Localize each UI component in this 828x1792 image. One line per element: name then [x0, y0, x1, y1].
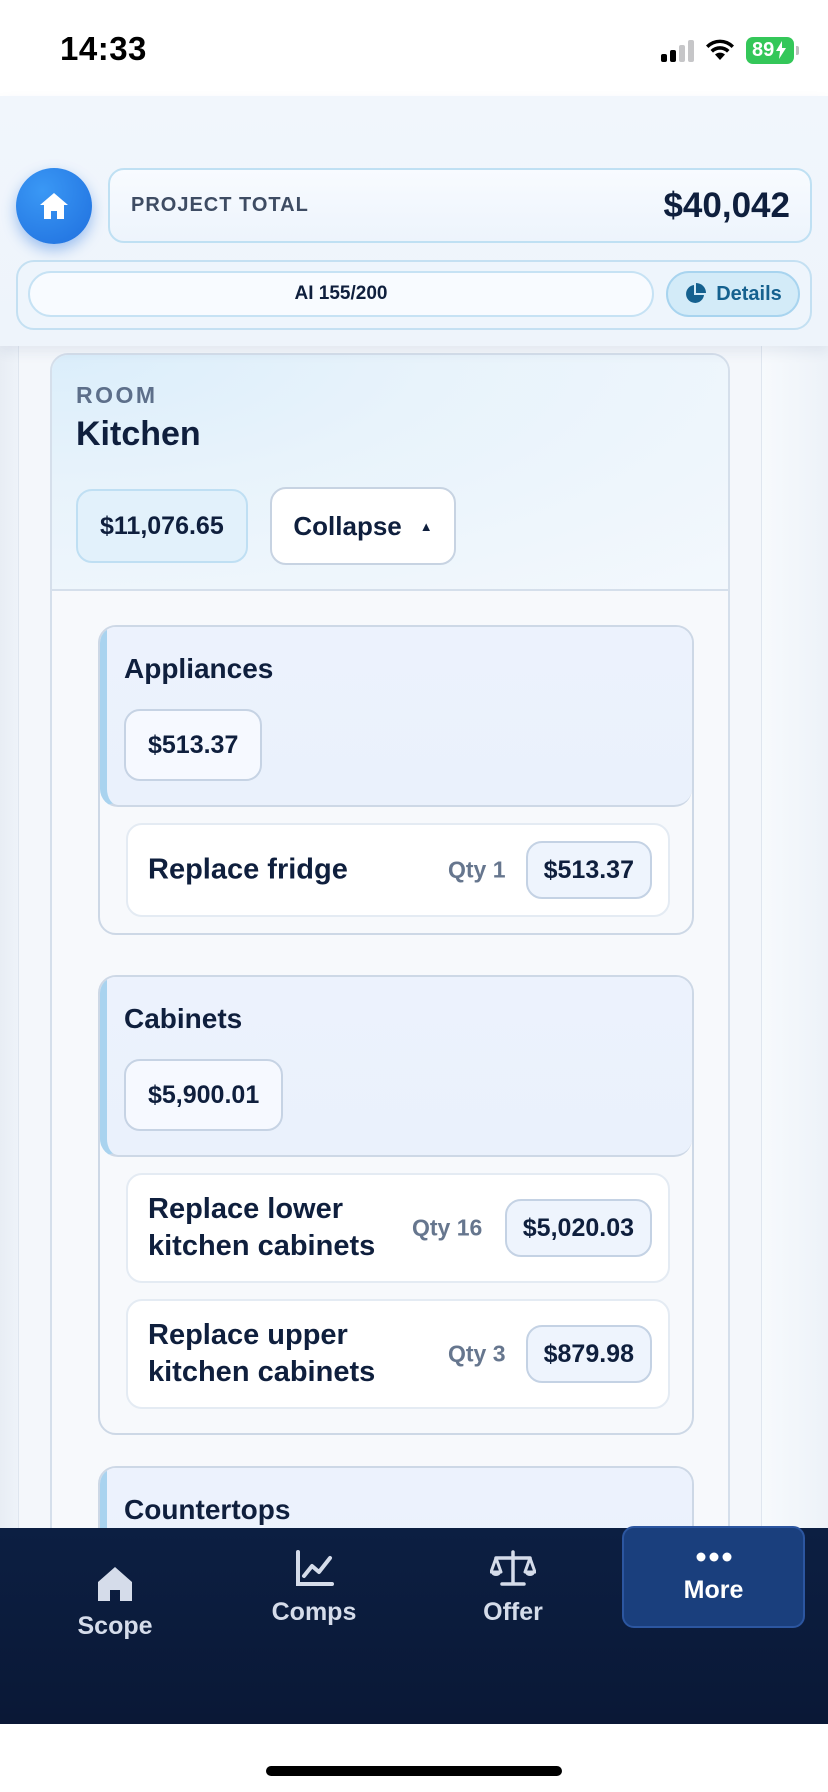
caret-up-icon: ▲ — [419, 518, 433, 534]
cellular-signal-icon — [661, 38, 694, 62]
collapse-label: Collapse — [293, 510, 402, 541]
category-total-badge: $513.37 — [124, 709, 263, 781]
battery-level: 89 — [752, 38, 775, 61]
nav-label: Comps — [271, 1598, 357, 1626]
home-icon — [98, 1567, 132, 1601]
details-label: Details — [716, 282, 782, 305]
status-icons: 89 — [661, 34, 799, 66]
nav-label: More — [683, 1576, 744, 1604]
nav-item-offer[interactable]: Offer — [413, 1528, 613, 1688]
room-title: Kitchen — [76, 415, 201, 453]
project-total-label: PROJECT TOTAL — [131, 194, 309, 216]
category-title: Appliances — [124, 653, 274, 684]
line-item-price[interactable]: $513.37 — [525, 841, 652, 899]
nav-item-scope[interactable]: Scope — [15, 1528, 215, 1688]
category-card-cabinets: Cabinets $5,900.01 Replace lower kitchen… — [98, 975, 694, 1435]
line-item-name: Replace upper kitchen cabinets — [148, 1319, 376, 1388]
line-item-price[interactable]: $5,020.03 — [504, 1199, 652, 1257]
category-header[interactable]: Cabinets $5,900.01 — [100, 977, 692, 1157]
ellipsis-icon — [696, 1552, 731, 1562]
line-item-name: Replace lower kitchen cabinets — [148, 1193, 376, 1262]
home-indicator[interactable] — [266, 1766, 562, 1776]
category-title: Cabinets — [124, 1003, 243, 1034]
pie-chart-icon — [686, 283, 707, 303]
collapse-button[interactable]: Collapse ▲ — [270, 487, 456, 565]
project-total-value: $40,042 — [663, 185, 790, 225]
home-button[interactable] — [16, 168, 92, 244]
nav-label: Scope — [77, 1612, 153, 1640]
nav-label: Offer — [483, 1598, 543, 1626]
line-item-qty: Qty 3 — [448, 1340, 506, 1367]
line-item-name: Replace fridge — [148, 853, 348, 886]
home-indicator-area — [0, 1724, 828, 1792]
scale-icon — [490, 1550, 536, 1586]
project-header: PROJECT TOTAL $40,042 AI 155/200 Details — [0, 96, 828, 346]
line-item-qty: Qty 1 — [448, 856, 506, 883]
category-title: Countertops — [124, 1494, 291, 1525]
home-icon — [40, 193, 68, 219]
details-button[interactable]: Details — [666, 271, 800, 317]
line-item[interactable]: Replace upper kitchen cabinets Qty 3 $87… — [126, 1299, 670, 1409]
category-total-badge: $5,900.01 — [124, 1059, 284, 1131]
nav-item-more[interactable]: More — [622, 1526, 805, 1628]
room-card: ROOM Kitchen $11,076.65 Collapse ▲ Appli… — [50, 353, 730, 1553]
line-item-price[interactable]: $879.98 — [525, 1325, 652, 1383]
line-item[interactable]: Replace fridge Qty 1 $513.37 — [126, 823, 670, 917]
status-bar: 14:33 89 — [0, 0, 828, 96]
status-time: 14:33 — [60, 30, 147, 67]
chart-line-icon — [296, 1550, 334, 1586]
room-total-badge: $11,076.65 — [76, 489, 248, 563]
category-card-appliances: Appliances $513.37 Replace fridge Qty 1 … — [98, 625, 694, 935]
room-header: ROOM Kitchen $11,076.65 Collapse ▲ — [52, 355, 728, 591]
line-item[interactable]: Replace lower kitchen cabinets Qty 16 $5… — [126, 1173, 670, 1283]
wifi-icon — [706, 39, 734, 60]
room-kicker: ROOM — [76, 382, 158, 408]
category-header[interactable]: Appliances $513.37 — [100, 627, 692, 807]
line-item-qty: Qty 16 — [412, 1214, 483, 1241]
bottom-nav: Scope Comps Offer More — [0, 1526, 828, 1724]
ai-usage-pill[interactable]: AI 155/200 — [28, 271, 654, 317]
charging-bolt-icon — [776, 41, 787, 59]
project-total-card: PROJECT TOTAL $40,042 — [108, 168, 812, 243]
nav-item-comps[interactable]: Comps — [214, 1528, 414, 1688]
ai-usage-bar: AI 155/200 Details — [16, 260, 812, 330]
battery-icon: 89 — [746, 36, 799, 64]
